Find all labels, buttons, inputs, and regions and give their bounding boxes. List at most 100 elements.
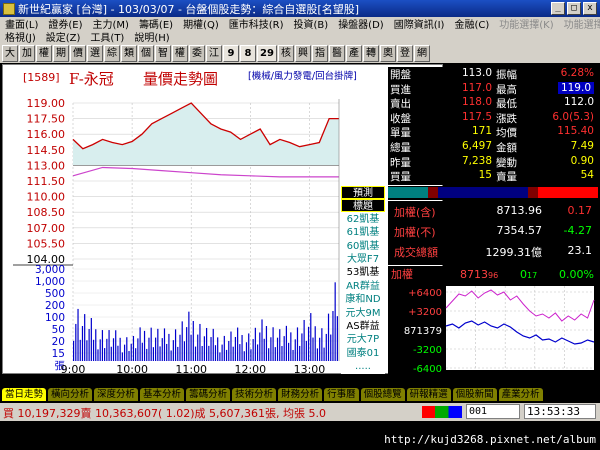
toolbar-button[interactable]: 興 — [295, 44, 311, 62]
volume-bar — [283, 336, 285, 361]
toolbar-button[interactable]: 權 — [172, 44, 188, 62]
toolbar-button[interactable]: 江 — [206, 44, 222, 62]
toolbar-button[interactable]: 登 — [397, 44, 413, 62]
menu-item[interactable]: 證券(E) — [43, 17, 87, 30]
tab-5[interactable]: 技術分析 — [232, 387, 277, 401]
minimize-button[interactable]: _ — [551, 2, 565, 15]
menu-item[interactable]: 工具(T) — [85, 30, 129, 43]
toolbar-button[interactable]: 綜 — [104, 44, 120, 62]
toolbar-button[interactable]: 委 — [189, 44, 205, 62]
menu-item[interactable]: 投資(B) — [289, 17, 334, 30]
menu-item[interactable]: 格視(J) — [0, 30, 41, 43]
volume-bar — [316, 348, 319, 361]
panel-header-label[interactable]: 預測 — [341, 186, 385, 199]
menu-item[interactable]: 設定(Z) — [41, 30, 86, 43]
menu-item[interactable]: 期權(Q) — [178, 17, 224, 30]
toolbar-button[interactable]: 類 — [121, 44, 137, 62]
menu-item[interactable]: 畫面(L) — [0, 17, 43, 30]
toolbar-button[interactable]: 核 — [278, 44, 294, 62]
volume-bar — [234, 336, 237, 361]
buy-sell-bar-canvas — [388, 187, 598, 198]
volume-bar — [299, 345, 301, 361]
toolbar-button[interactable]: 加 — [19, 44, 35, 62]
menu-item[interactable]: 功能選擇(K) — [559, 17, 600, 30]
title-bar: 新世紀贏家 [台灣] - 103/03/07 - 台盤個股走勢：綜合自選股[名望… — [0, 0, 600, 17]
menu-item[interactable]: 功能選擇(K) — [494, 17, 558, 30]
volume-bar — [225, 349, 228, 361]
volume-bar — [294, 339, 296, 361]
toolbar-button[interactable]: 產 — [346, 44, 362, 62]
maximize-button[interactable]: □ — [567, 2, 581, 15]
quote-label: 漲跌 — [496, 112, 517, 125]
quote-label: 賣量 — [496, 171, 517, 184]
code-input[interactable]: 001 — [466, 404, 520, 419]
tab-1[interactable]: 橫向分析 — [48, 387, 93, 401]
toolbar-button[interactable]: 奧 — [380, 44, 396, 62]
quote-row: 買量 15 賣量 54 — [388, 169, 598, 184]
tab-3[interactable]: 基本分析 — [140, 387, 185, 401]
volume-bar — [203, 336, 205, 361]
menu-item[interactable]: 國際資訊(I) — [389, 17, 450, 30]
toolbar-button[interactable]: 智 — [155, 44, 171, 62]
volume-bar — [252, 339, 254, 361]
quote-label: 均價 — [496, 127, 517, 140]
toolbar-button[interactable]: 醫 — [329, 44, 345, 62]
index-label: 加權(不) — [394, 226, 436, 239]
tab-2[interactable]: 深度分析 — [94, 387, 139, 401]
menu-item[interactable]: 匯市科技(R) — [224, 17, 289, 30]
menu-item[interactable]: 主力(M) — [88, 17, 134, 30]
broker-label: 國泰01 — [346, 347, 380, 359]
volume-bar — [112, 338, 115, 361]
tab-6[interactable]: 財務分析 — [278, 387, 323, 401]
toolbar-button[interactable]: 權 — [36, 44, 52, 62]
volume-bar — [281, 346, 283, 361]
volume-bar — [314, 326, 316, 361]
quote-value: 6.0(5.3) — [552, 110, 594, 123]
toolbar-button[interactable]: 8 — [240, 44, 256, 62]
volume-bar — [150, 327, 152, 361]
toolbar-button[interactable]: 個 — [138, 44, 154, 62]
window-title: 新世紀贏家 [台灣] - 103/03/07 - 台盤個股走勢：綜合自選股[名望… — [18, 2, 359, 16]
quote-value: 119.0 — [557, 81, 594, 94]
volume-bar — [179, 334, 181, 361]
toolbar-button[interactable]: 價 — [70, 44, 86, 62]
volume-bar — [285, 325, 287, 361]
mini-tick-label: +3200 — [408, 307, 442, 318]
toolbar-button[interactable]: 期 — [53, 44, 69, 62]
volume-bar — [323, 347, 325, 361]
volume-bar — [239, 344, 241, 361]
volume-bar — [119, 337, 121, 361]
quote-value: 6,497 — [461, 140, 492, 152]
tab-11[interactable]: 產業分析 — [498, 387, 543, 401]
tab-7[interactable]: 行事曆 — [324, 387, 359, 401]
index-mini-chart: 加權 871396 017 0.00% +6400 +3200 871379 -3200 -64… — [388, 266, 598, 374]
volume-bar — [163, 328, 166, 361]
panel-header-label[interactable]: 標題 — [341, 199, 385, 213]
menu-item[interactable]: 金融(C) — [449, 17, 494, 30]
volume-bar — [301, 333, 303, 361]
toolbar-button[interactable]: 大 — [2, 44, 18, 62]
menu-item[interactable]: 操盤器(D) — [333, 17, 389, 30]
tab-9[interactable]: 研報精選 — [406, 387, 451, 401]
toolbar-button[interactable]: 29 — [257, 44, 277, 62]
toolbar-button[interactable]: 轉 — [363, 44, 379, 62]
volume-bar — [259, 332, 261, 361]
menu-item[interactable]: 籌碼(E) — [134, 17, 178, 30]
toolbar-button[interactable]: 選 — [87, 44, 103, 62]
toolbar-button[interactable]: 9 — [223, 44, 239, 62]
tab-0[interactable]: 當日走勢 — [2, 387, 47, 401]
volume-bar — [237, 327, 239, 361]
tab-10[interactable]: 個股新聞 — [452, 387, 497, 401]
volume-bar — [126, 337, 128, 361]
tab-8[interactable]: 個股總覽 — [360, 387, 405, 401]
close-button[interactable]: x — [583, 2, 597, 15]
toolbar-button[interactable]: 指 — [312, 44, 328, 62]
tab-4[interactable]: 籌碼分析 — [186, 387, 231, 401]
industry-tags: [機械/風力發電/回台掛牌] — [248, 70, 357, 82]
status-color-indicator — [422, 406, 462, 418]
toolbar-button[interactable]: 網 — [414, 44, 430, 62]
volume-bar — [128, 350, 130, 361]
volume-bar — [130, 343, 132, 361]
volume-bar — [123, 344, 126, 361]
menu-item[interactable]: 說明(H) — [129, 30, 174, 43]
